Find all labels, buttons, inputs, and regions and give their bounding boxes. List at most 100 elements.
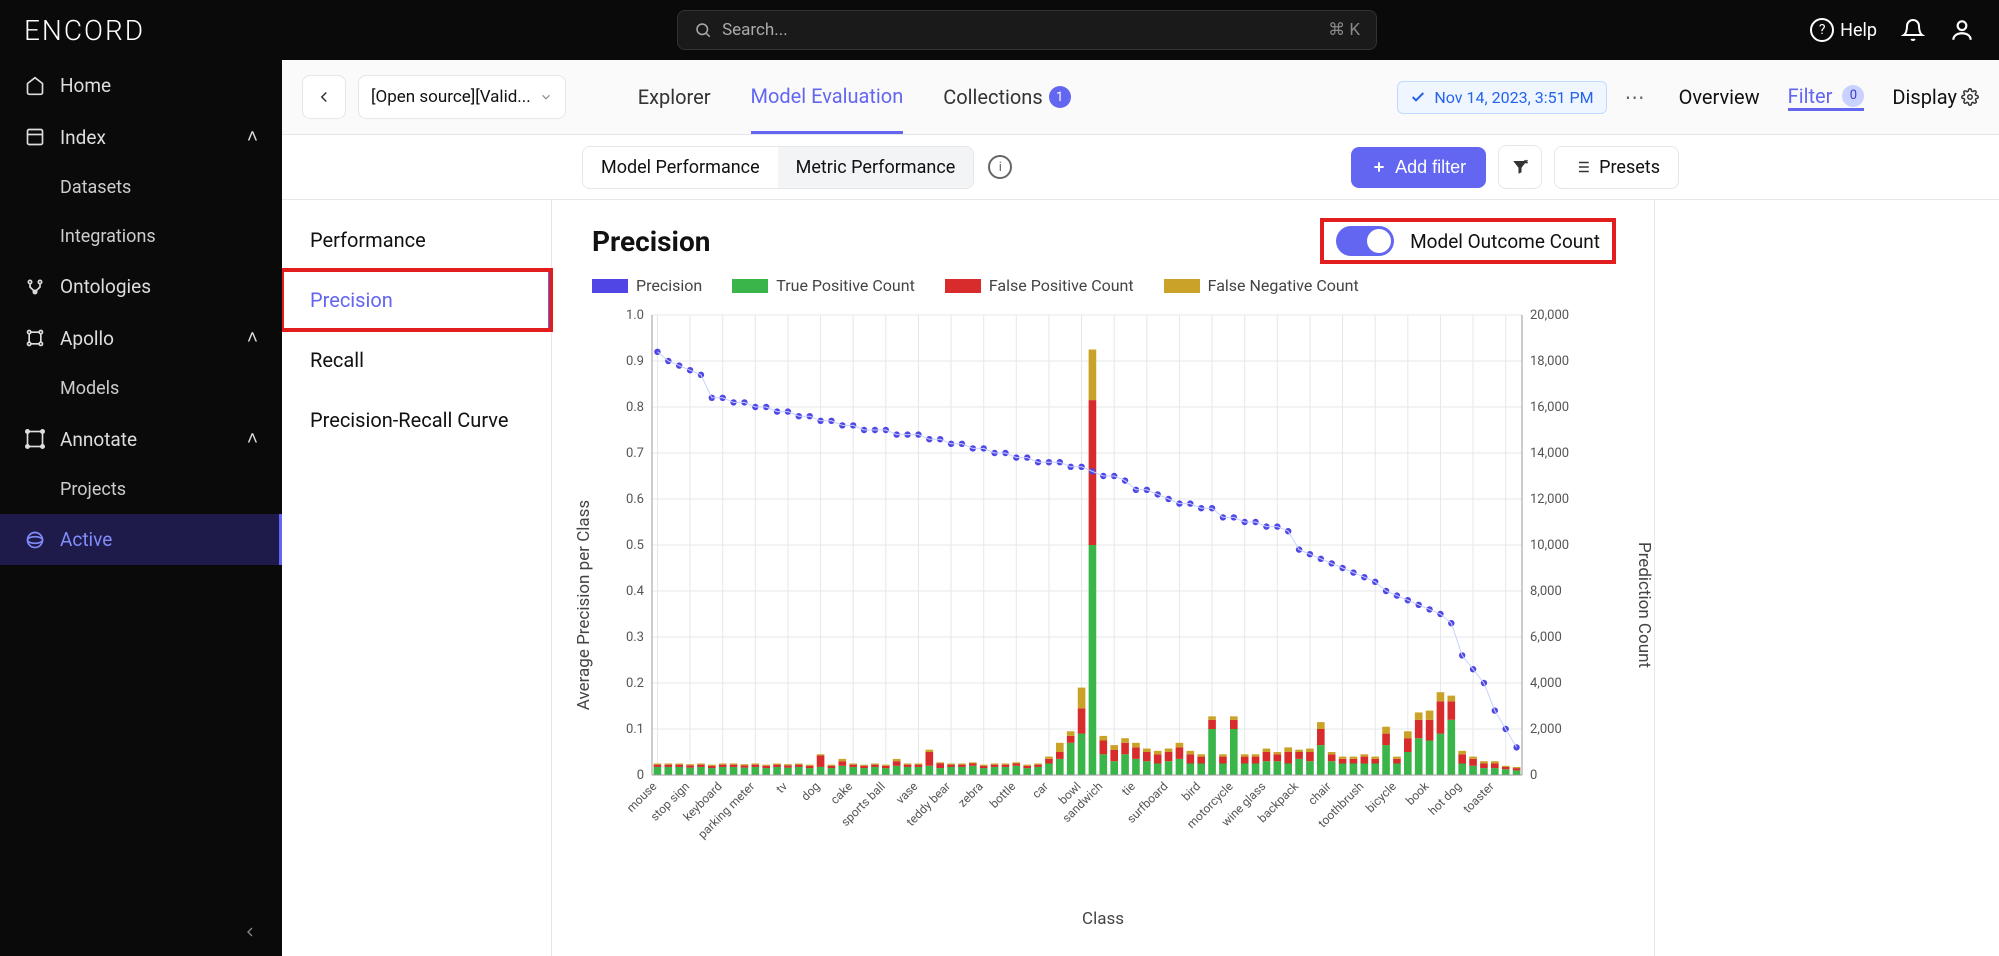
tab-overview[interactable]: Overview	[1679, 85, 1760, 109]
subheader: [Open source][Valid... Explorer Model Ev…	[282, 60, 1999, 135]
add-filter-button[interactable]: Add filter	[1351, 147, 1486, 188]
help-link[interactable]: ? Help	[1810, 18, 1877, 42]
tab-explorer[interactable]: Explorer	[638, 60, 711, 134]
project-selector[interactable]: [Open source][Valid...	[358, 75, 566, 119]
svg-text:0.3: 0.3	[626, 630, 644, 645]
svg-text:dog: dog	[798, 779, 822, 803]
timestamp-chip[interactable]: Nov 14, 2023, 3:51 PM	[1397, 81, 1606, 114]
sidebar-collapse-button[interactable]	[0, 908, 282, 956]
metric-item-performance[interactable]: Performance	[282, 210, 551, 270]
search-placeholder: Search...	[722, 20, 788, 40]
seg-model-performance[interactable]: Model Performance	[583, 147, 778, 188]
svg-text:0.4: 0.4	[626, 584, 645, 599]
y2-axis-label: Prediction Count	[1634, 542, 1654, 668]
sidebar-item-active[interactable]: Active	[0, 514, 282, 565]
svg-text:bottle: bottle	[987, 779, 1019, 811]
chart-legend: Precision True Positive Count False Posi…	[592, 276, 1614, 295]
svg-text:0.7: 0.7	[626, 446, 644, 461]
svg-text:12,000: 12,000	[1530, 492, 1569, 507]
sidebar-item-ontologies[interactable]: Ontologies	[0, 261, 282, 312]
search-shortcut: ⌘ K	[1328, 20, 1360, 40]
svg-text:tie: tie	[1119, 779, 1138, 798]
bell-icon[interactable]	[1901, 18, 1925, 42]
collections-badge: 1	[1049, 86, 1071, 108]
chevron-left-icon	[242, 924, 258, 940]
svg-text:1.0: 1.0	[626, 308, 644, 323]
svg-text:0.9: 0.9	[626, 354, 644, 369]
svg-text:14,000: 14,000	[1530, 446, 1569, 461]
svg-text:tv: tv	[773, 779, 790, 796]
svg-text:18,000: 18,000	[1530, 354, 1569, 369]
svg-text:bicycle: bicycle	[1363, 779, 1399, 815]
chart-pane: Precision Model Outcome Count Precision …	[552, 200, 1654, 956]
filter-badge: 0	[1842, 85, 1864, 107]
svg-text:0: 0	[637, 768, 644, 783]
svg-text:hot dog: hot dog	[1426, 779, 1465, 818]
legend-fn: False Negative Count	[1164, 276, 1359, 295]
svg-text:vase: vase	[893, 779, 920, 806]
chevron-up-icon: ˄	[247, 427, 258, 451]
topbar: ENCORD Search... ⌘ K ? Help	[0, 0, 1999, 60]
svg-text:book: book	[1403, 779, 1432, 808]
search-input[interactable]: Search... ⌘ K	[677, 10, 1377, 50]
sidebar-item-apollo[interactable]: Apollo ˄	[0, 312, 282, 364]
svg-text:chair: chair	[1305, 779, 1334, 808]
x-axis-label: Class	[592, 909, 1614, 929]
chart-title: Precision	[592, 225, 710, 258]
svg-text:0.1: 0.1	[626, 722, 644, 737]
clear-filter-button[interactable]	[1498, 145, 1542, 189]
tab-display[interactable]: Display	[1892, 85, 1979, 109]
active-icon	[24, 529, 46, 551]
tab-model-evaluation[interactable]: Model Evaluation	[751, 60, 904, 134]
chevron-down-icon	[539, 90, 553, 104]
legend-precision: Precision	[592, 276, 702, 295]
plus-icon	[1371, 159, 1387, 175]
presets-button[interactable]: Presets	[1554, 146, 1679, 189]
tab-collections[interactable]: Collections 1	[943, 60, 1070, 134]
svg-text:cake: cake	[828, 779, 856, 807]
sidebar-item-models[interactable]: Models	[0, 364, 282, 413]
list-icon	[1573, 158, 1591, 176]
metric-item-prcurve[interactable]: Precision-Recall Curve	[282, 390, 551, 450]
info-icon[interactable]: i	[988, 155, 1012, 179]
ontologies-icon	[24, 276, 46, 298]
model-outcome-count-label: Model Outcome Count	[1410, 230, 1600, 253]
filter-panel	[1654, 200, 1999, 956]
svg-text:0.8: 0.8	[626, 400, 644, 415]
svg-text:zebra: zebra	[955, 779, 986, 810]
metric-item-recall[interactable]: Recall	[282, 330, 551, 390]
svg-text:6,000: 6,000	[1530, 630, 1562, 645]
model-outcome-count-toggle[interactable]	[1336, 226, 1394, 256]
home-icon	[24, 75, 46, 97]
annotate-icon	[24, 428, 46, 450]
user-icon[interactable]	[1949, 17, 1975, 43]
svg-text:toaster: toaster	[1460, 779, 1497, 816]
seg-metric-performance[interactable]: Metric Performance	[778, 147, 974, 188]
svg-text:bird: bird	[1179, 779, 1203, 803]
legend-fp: False Positive Count	[945, 276, 1134, 295]
search-icon	[694, 21, 712, 39]
back-button[interactable]	[302, 75, 346, 119]
chevron-up-icon: ˄	[247, 326, 258, 350]
sidebar-item-datasets[interactable]: Datasets	[0, 163, 282, 212]
metric-item-precision[interactable]: Precision	[282, 270, 551, 330]
sidebar-item-annotate[interactable]: Annotate ˄	[0, 413, 282, 465]
index-icon	[24, 126, 46, 148]
svg-text:16,000: 16,000	[1530, 400, 1569, 415]
sidebar: Home Index ˄ Datasets Integrations Ontol…	[0, 60, 282, 956]
y-axis-label: Average Precision per Class	[574, 500, 594, 710]
more-menu[interactable]: ⋯	[1625, 85, 1645, 109]
sidebar-item-index[interactable]: Index ˄	[0, 111, 282, 163]
encord-logo: ENCORD	[24, 14, 244, 47]
check-icon	[1410, 89, 1426, 105]
sidebar-item-projects[interactable]: Projects	[0, 465, 282, 514]
svg-text:4,000: 4,000	[1530, 676, 1562, 691]
sidebar-item-integrations[interactable]: Integrations	[0, 212, 282, 261]
svg-text:car: car	[1029, 779, 1051, 801]
tab-filter[interactable]: Filter 0	[1788, 84, 1865, 111]
help-icon: ?	[1810, 18, 1834, 42]
chevron-up-icon: ˄	[247, 125, 258, 149]
sidebar-item-home[interactable]: Home	[0, 60, 282, 111]
svg-text:0: 0	[1530, 768, 1537, 783]
performance-segment: Model Performance Metric Performance	[582, 146, 974, 189]
